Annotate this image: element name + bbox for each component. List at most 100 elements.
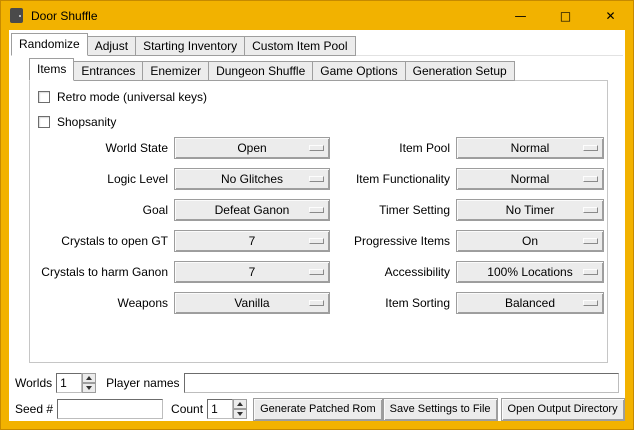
dropdown-indicator-icon — [583, 300, 598, 306]
tab-generation-setup[interactable]: Generation Setup — [405, 61, 515, 81]
world-state-value: Open — [237, 141, 266, 155]
arrow-down-icon — [237, 412, 243, 416]
weapons-label: Weapons — [36, 296, 168, 310]
seed-row: Seed # Count Generate Patched Rom Save S… — [13, 397, 621, 421]
main-tab-bar: Randomize Adjust Starting Inventory Cust… — [11, 33, 355, 56]
tab-adjust[interactable]: Adjust — [87, 36, 136, 56]
app-icon — [10, 8, 23, 23]
goal-dropdown[interactable]: Defeat Ganon — [174, 199, 330, 221]
worlds-spin-down-button[interactable] — [82, 383, 96, 393]
items-tab-pane: Retro mode (universal keys) Shopsanity W… — [29, 80, 608, 363]
arrow-up-icon — [86, 376, 92, 380]
save-settings-button[interactable]: Save Settings to File — [383, 398, 498, 421]
timer-setting-value: No Timer — [506, 203, 555, 217]
worlds-input[interactable] — [56, 373, 82, 393]
count-label: Count — [171, 402, 203, 416]
window-controls: — □ ✕ — [498, 1, 633, 30]
progressive-items-label: Progressive Items — [336, 234, 450, 248]
maximize-button[interactable]: □ — [543, 1, 588, 30]
options-grid: World State Open Item Pool Normal Logic … — [30, 137, 607, 314]
dropdown-indicator-icon — [309, 207, 324, 213]
item-functionality-dropdown[interactable]: Normal — [456, 168, 604, 190]
count-spin-up-button[interactable] — [233, 399, 247, 409]
tab-game-options[interactable]: Game Options — [312, 61, 405, 81]
dropdown-indicator-icon — [309, 145, 324, 151]
worlds-row: Worlds Player names — [13, 372, 621, 394]
item-sorting-label: Item Sorting — [336, 296, 450, 310]
timer-setting-label: Timer Setting — [336, 203, 450, 217]
tab-randomize[interactable]: Randomize — [11, 33, 88, 56]
accessibility-value: 100% Locations — [487, 265, 572, 279]
crystals-open-gt-value: 7 — [249, 234, 256, 248]
goal-value: Defeat Ganon — [215, 203, 290, 217]
timer-setting-dropdown[interactable]: No Timer — [456, 199, 604, 221]
item-pool-label: Item Pool — [336, 141, 450, 155]
seed-label: Seed # — [15, 402, 53, 416]
count-spin-buttons — [233, 399, 247, 419]
retro-mode-label: Retro mode (universal keys) — [57, 90, 207, 104]
sub-tab-bar: Items Entrances Enemizer Dungeon Shuffle… — [29, 58, 514, 81]
seed-input[interactable] — [57, 399, 163, 419]
dropdown-indicator-icon — [583, 269, 598, 275]
worlds-spinner[interactable] — [56, 373, 96, 393]
worlds-spin-up-button[interactable] — [82, 373, 96, 383]
goal-label: Goal — [36, 203, 168, 217]
weapons-dropdown[interactable]: Vanilla — [174, 292, 330, 314]
progressive-items-value: On — [522, 234, 538, 248]
generate-patched-rom-button[interactable]: Generate Patched Rom — [253, 398, 383, 421]
count-input[interactable] — [207, 399, 233, 419]
accessibility-dropdown[interactable]: 100% Locations — [456, 261, 604, 283]
crystals-harm-ganon-label: Crystals to harm Ganon — [36, 265, 168, 279]
window-title: Door Shuffle — [31, 9, 98, 23]
dropdown-indicator-icon — [309, 176, 324, 182]
door-shuffle-window: Door Shuffle — □ ✕ Randomize Adjust Star… — [0, 0, 634, 430]
retro-mode-checkbox[interactable] — [38, 91, 50, 103]
weapons-value: Vanilla — [234, 296, 269, 310]
shopsanity-label: Shopsanity — [57, 115, 116, 129]
tab-dungeon-shuffle[interactable]: Dungeon Shuffle — [208, 61, 313, 81]
item-sorting-dropdown[interactable]: Balanced — [456, 292, 604, 314]
minimize-button[interactable]: — — [498, 1, 543, 30]
tab-entrances[interactable]: Entrances — [73, 61, 143, 81]
tab-items[interactable]: Items — [29, 58, 74, 81]
window-body: Randomize Adjust Starting Inventory Cust… — [9, 30, 625, 421]
shopsanity-row[interactable]: Shopsanity — [38, 114, 607, 130]
item-functionality-label: Item Functionality — [336, 172, 450, 186]
logic-level-dropdown[interactable]: No Glitches — [174, 168, 330, 190]
crystals-open-gt-dropdown[interactable]: 7 — [174, 230, 330, 252]
accessibility-label: Accessibility — [336, 265, 450, 279]
close-button[interactable]: ✕ — [588, 1, 633, 30]
count-spin-down-button[interactable] — [233, 409, 247, 419]
world-state-dropdown[interactable]: Open — [174, 137, 330, 159]
worlds-spin-buttons — [82, 373, 96, 393]
logic-level-label: Logic Level — [36, 172, 168, 186]
worlds-label: Worlds — [15, 376, 52, 390]
crystals-harm-ganon-value: 7 — [249, 265, 256, 279]
player-names-label: Player names — [106, 376, 179, 390]
player-names-input[interactable] — [184, 373, 620, 393]
tab-custom-item-pool[interactable]: Custom Item Pool — [244, 36, 355, 56]
item-pool-value: Normal — [511, 141, 550, 155]
logic-level-value: No Glitches — [221, 172, 283, 186]
dropdown-indicator-icon — [583, 145, 598, 151]
arrow-up-icon — [237, 402, 243, 406]
tab-enemizer[interactable]: Enemizer — [142, 61, 209, 81]
retro-mode-row[interactable]: Retro mode (universal keys) — [38, 89, 607, 105]
dropdown-indicator-icon — [583, 238, 598, 244]
dropdown-indicator-icon — [583, 176, 598, 182]
count-spinner[interactable] — [207, 399, 247, 419]
dropdown-indicator-icon — [309, 269, 324, 275]
arrow-down-icon — [86, 386, 92, 390]
shopsanity-checkbox[interactable] — [38, 116, 50, 128]
titlebar: Door Shuffle — □ ✕ — [1, 1, 633, 30]
world-state-label: World State — [36, 141, 168, 155]
randomize-tab-pane: Items Entrances Enemizer Dungeon Shuffle… — [11, 55, 623, 419]
progressive-items-dropdown[interactable]: On — [456, 230, 604, 252]
dropdown-indicator-icon — [583, 207, 598, 213]
dropdown-indicator-icon — [309, 238, 324, 244]
crystals-harm-ganon-dropdown[interactable]: 7 — [174, 261, 330, 283]
tab-starting-inventory[interactable]: Starting Inventory — [135, 36, 245, 56]
open-output-directory-button[interactable]: Open Output Directory — [501, 398, 625, 421]
dropdown-indicator-icon — [309, 300, 324, 306]
item-pool-dropdown[interactable]: Normal — [456, 137, 604, 159]
